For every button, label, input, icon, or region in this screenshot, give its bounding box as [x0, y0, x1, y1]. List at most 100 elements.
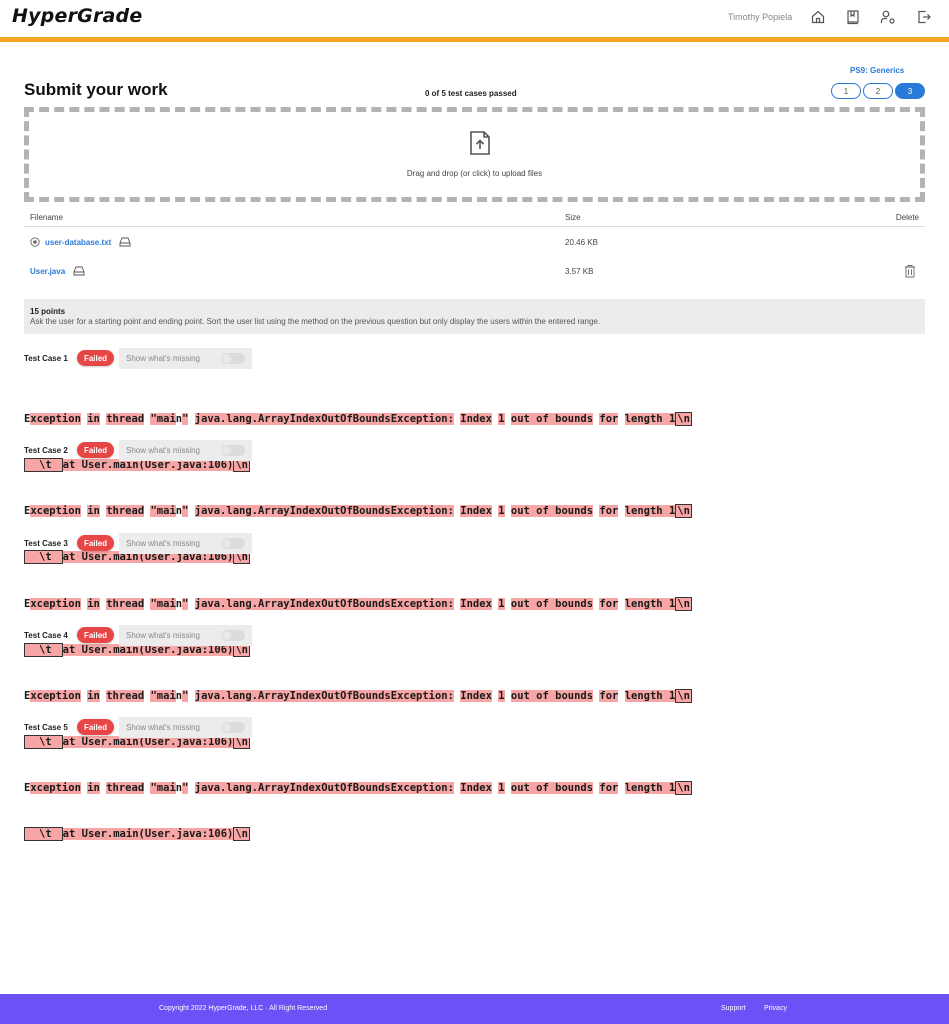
toggle-switch[interactable]	[221, 353, 245, 364]
user-settings-icon[interactable]	[880, 9, 896, 25]
output-token: length 1	[624, 690, 676, 702]
file-link[interactable]: user-database.txt	[45, 238, 111, 247]
copyright-text: Copyright 2022 HyperGrade, LLC · All Rig…	[159, 1005, 328, 1012]
logout-icon[interactable]	[916, 9, 932, 25]
output-token	[618, 598, 624, 610]
output-token: Index	[460, 690, 492, 702]
output-token: xception	[30, 598, 81, 610]
output-token: thread	[106, 413, 145, 425]
privacy-link[interactable]: Privacy	[764, 1005, 787, 1012]
output-token: xception	[30, 413, 81, 425]
toggle-switch[interactable]	[221, 722, 245, 733]
output-token: thread	[106, 782, 145, 794]
radio-selected-icon[interactable]	[30, 237, 40, 247]
show-missing-toggle[interactable]: Show what's missing	[119, 625, 252, 646]
output-token: out of bounds	[510, 690, 594, 702]
show-missing-toggle[interactable]: Show what's missing	[119, 440, 252, 461]
output-token	[188, 505, 194, 517]
output-token	[618, 690, 624, 702]
home-icon[interactable]	[810, 9, 826, 25]
page-title: Submit your work	[24, 80, 168, 99]
output-token	[505, 690, 511, 702]
toggle-label: Show what's missing	[126, 723, 200, 732]
output-token: thread	[106, 690, 145, 702]
output-token: for	[599, 782, 619, 794]
file-dropzone[interactable]: Drag and drop (or click) to upload files	[24, 107, 925, 202]
output-token: xception	[30, 505, 81, 517]
toggle-label: Show what's missing	[126, 446, 200, 455]
output-token: xception	[30, 782, 81, 794]
output-token: xception	[30, 690, 81, 702]
output-token: for	[599, 505, 619, 517]
output-token: java.lang.ArrayIndexOutOfBoundsException…	[194, 690, 454, 702]
support-link[interactable]: Support	[721, 1005, 746, 1012]
download-drive-icon[interactable]	[119, 237, 131, 247]
test-case-label: Test Case 1	[24, 354, 68, 363]
output-token: at User.main(User.java:106)	[62, 828, 234, 840]
file-row: User.java 3.57 KB	[24, 258, 925, 286]
size-header: Size	[565, 213, 581, 222]
test-output: Exception in thread "main" java.lang.Arr…	[24, 751, 924, 873]
question-prompt: 15 points Ask the user for a starting po…	[24, 299, 925, 334]
question-description: Ask the user for a starting point and en…	[30, 317, 601, 326]
failed-badge: Failed	[77, 350, 114, 366]
book-icon[interactable]	[845, 9, 861, 25]
test-case-label: Test Case 2	[24, 446, 68, 455]
user-name[interactable]: Timothy Popiela	[728, 12, 792, 22]
output-token: "mai	[150, 782, 176, 794]
newline-marker: \n	[675, 689, 692, 703]
show-missing-toggle[interactable]: Show what's missing	[119, 533, 252, 554]
output-token: out of bounds	[510, 782, 594, 794]
test-case-label: Test Case 4	[24, 631, 68, 640]
question-pill-1[interactable]: 1	[831, 83, 861, 99]
test-case-label: Test Case 3	[24, 539, 68, 548]
output-token: for	[599, 598, 619, 610]
output-token: in	[87, 782, 100, 794]
top-navbar: HyperGrade Timothy Popiela	[0, 0, 949, 37]
filename-header: Filename	[30, 213, 63, 222]
output-token: for	[599, 413, 619, 425]
tab-marker: \t	[24, 827, 63, 841]
question-pill-3[interactable]: 3	[895, 83, 925, 99]
show-missing-toggle[interactable]: Show what's missing	[119, 348, 252, 369]
file-table-header: Filename Size Delete	[24, 208, 925, 227]
output-token: in	[87, 413, 100, 425]
output-token	[505, 782, 511, 794]
output-line-1: Exception in thread "main" java.lang.Arr…	[24, 781, 924, 797]
output-token: java.lang.ArrayIndexOutOfBoundsException…	[194, 598, 454, 610]
output-token	[188, 782, 194, 794]
output-token: out of bounds	[510, 505, 594, 517]
toggle-switch[interactable]	[221, 445, 245, 456]
output-token: for	[599, 690, 619, 702]
output-token: out of bounds	[510, 413, 594, 425]
toggle-switch[interactable]	[221, 630, 245, 641]
question-pill-2[interactable]: 2	[863, 83, 893, 99]
delete-header: Delete	[895, 213, 919, 222]
footer: Copyright 2022 HyperGrade, LLC · All Rig…	[0, 994, 949, 1024]
trash-icon[interactable]	[904, 264, 916, 278]
newline-marker: \n	[675, 412, 692, 426]
output-token: thread	[106, 505, 145, 517]
toggle-label: Show what's missing	[126, 631, 200, 640]
newline-marker: \n	[675, 504, 692, 518]
file-link[interactable]: User.java	[30, 267, 65, 276]
file-size: 20.46 KB	[565, 238, 598, 247]
show-missing-toggle[interactable]: Show what's missing	[119, 717, 252, 738]
problem-set-label[interactable]: PS9: Generics	[850, 66, 904, 75]
toggle-switch[interactable]	[221, 538, 245, 549]
output-line-2: \t at User.main(User.java:106) \n	[24, 827, 924, 843]
dropzone-text: Drag and drop (or click) to upload files	[406, 169, 543, 178]
hypergrade-logo[interactable]: HyperGrade	[12, 5, 142, 27]
output-token: in	[87, 598, 100, 610]
failed-badge: Failed	[77, 627, 114, 643]
output-token: Index	[460, 598, 492, 610]
output-token	[505, 413, 511, 425]
toggle-label: Show what's missing	[126, 539, 200, 548]
output-token: in	[87, 505, 100, 517]
question-selector: 1 2 3	[831, 83, 925, 99]
output-token	[618, 413, 624, 425]
download-drive-icon[interactable]	[73, 266, 85, 276]
output-token	[188, 598, 194, 610]
failed-badge: Failed	[77, 442, 114, 458]
file-row: user-database.txt 20.46 KB	[24, 229, 925, 257]
